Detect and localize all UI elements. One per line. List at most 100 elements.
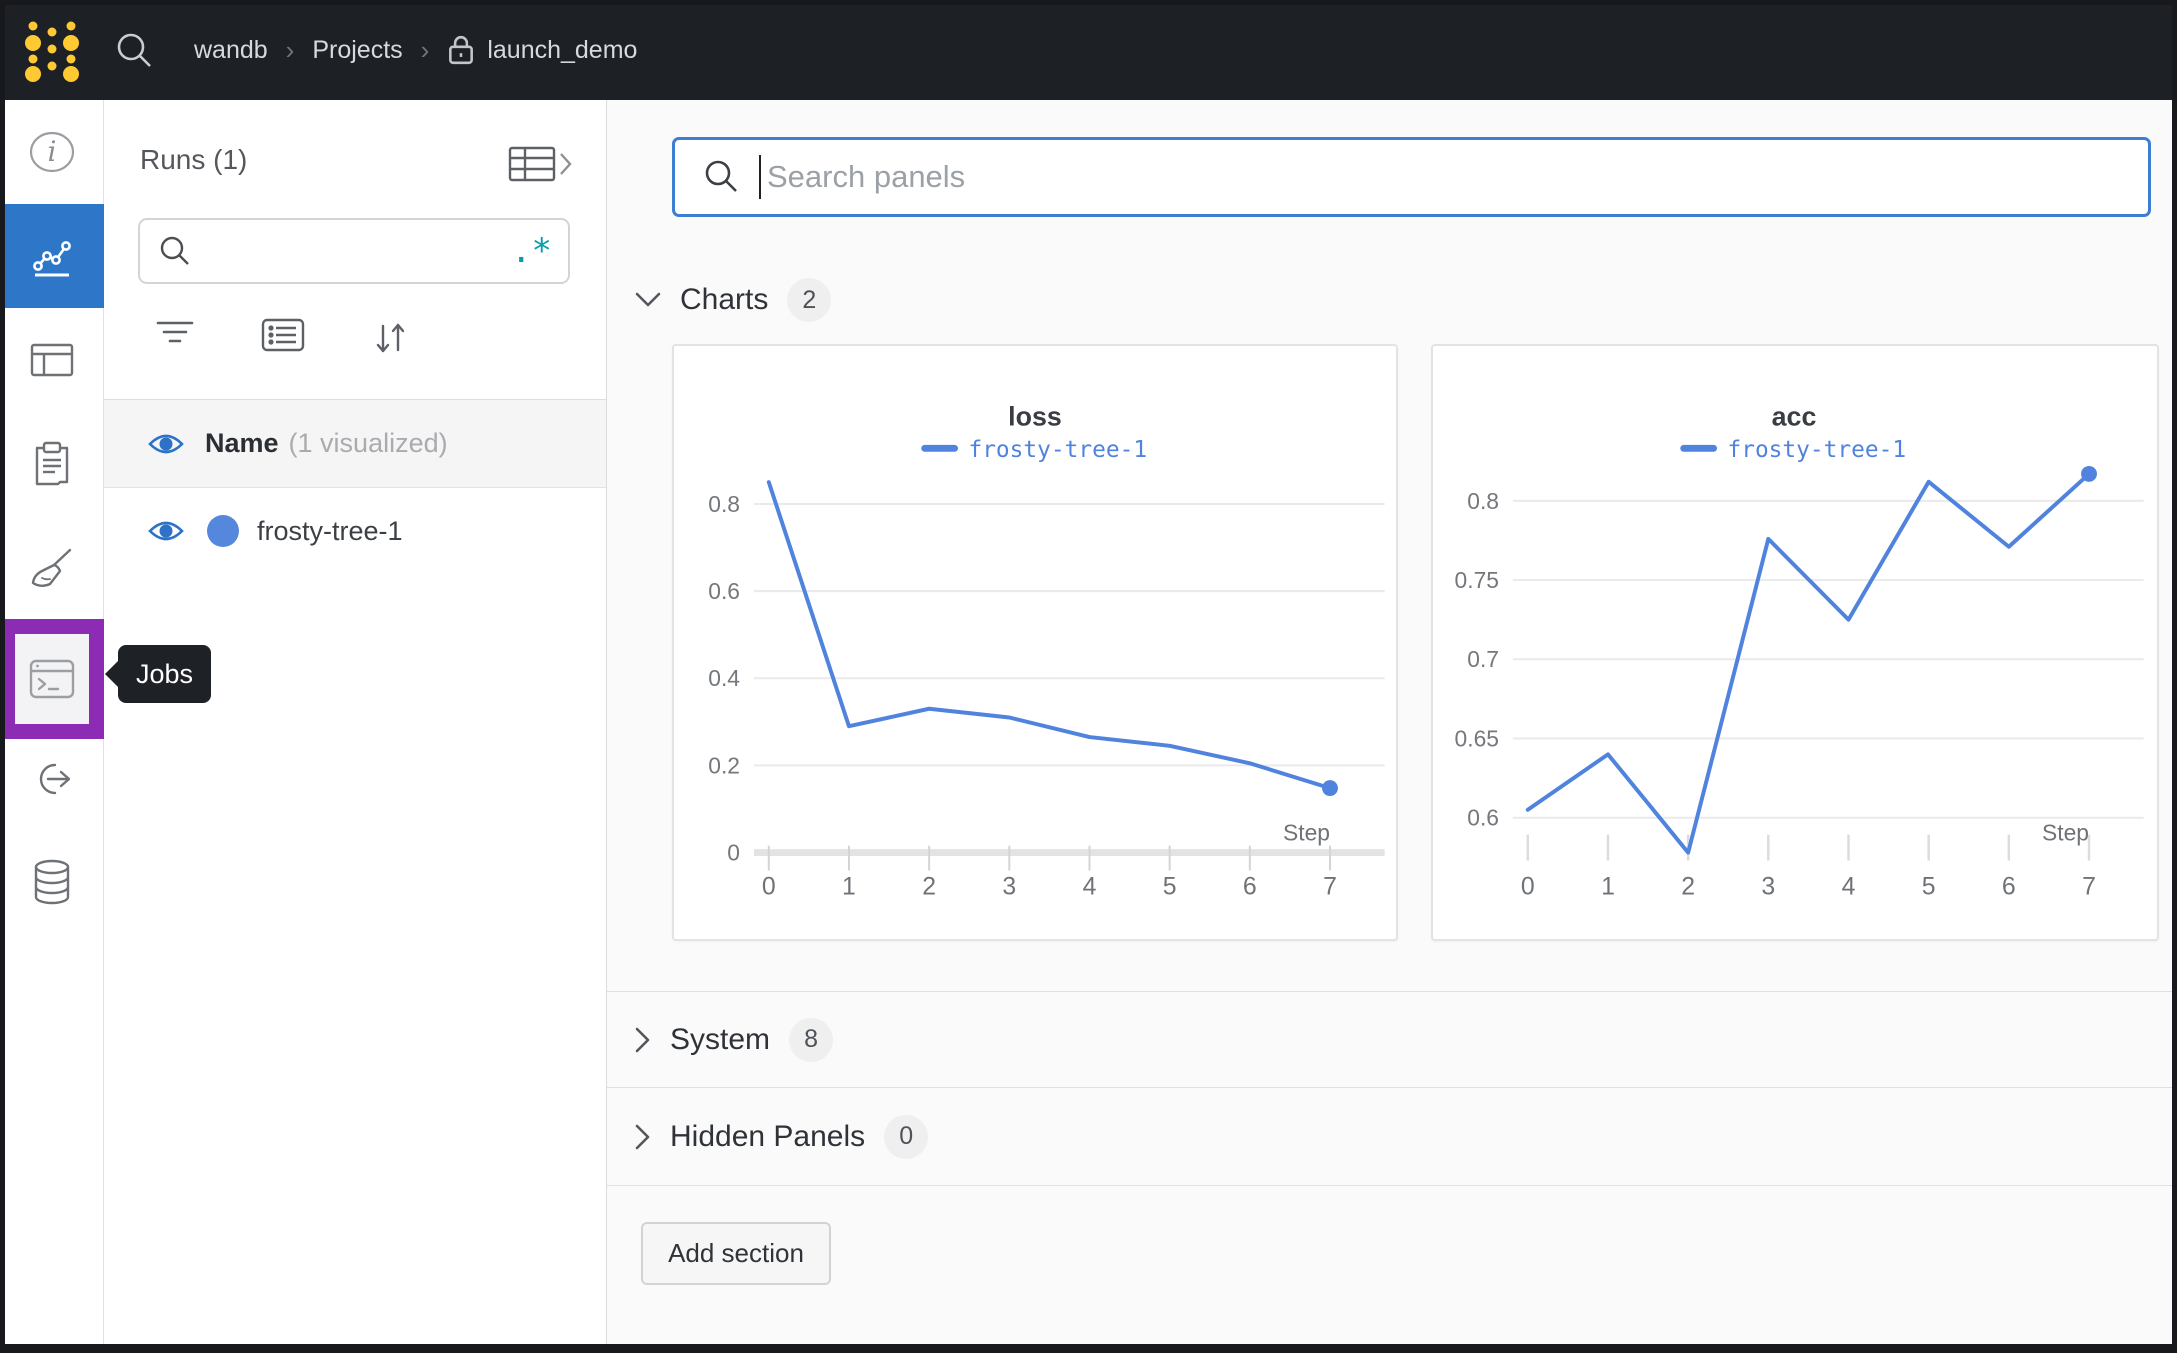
svg-text:6: 6 xyxy=(2002,873,2016,900)
runs-search-box: .* xyxy=(138,218,570,284)
svg-text:Step: Step xyxy=(1283,820,1330,846)
top-header: wandb › Projects › launch_demo xyxy=(0,0,2177,100)
add-section-button[interactable]: Add section xyxy=(641,1222,831,1285)
svg-text:loss: loss xyxy=(1008,401,1062,431)
runs-column-header: Name (1 visualized) xyxy=(104,400,606,488)
svg-text:7: 7 xyxy=(2082,873,2096,900)
app-window: wandb › Projects › launch_demo i xyxy=(0,0,2177,1353)
runs-toolbar xyxy=(104,318,606,364)
broom-icon xyxy=(28,544,76,592)
lock-icon xyxy=(447,34,475,66)
svg-text:5: 5 xyxy=(1922,873,1936,900)
text-caret xyxy=(759,155,761,199)
section-header-system[interactable]: System 8 xyxy=(607,991,2177,1087)
panel-search-input[interactable] xyxy=(767,159,2148,195)
svg-text:1: 1 xyxy=(1601,873,1615,900)
svg-text:0.2: 0.2 xyxy=(708,752,740,778)
search-icon xyxy=(703,158,741,196)
global-search-icon[interactable] xyxy=(114,30,154,70)
svg-text:0.7: 0.7 xyxy=(1467,646,1499,672)
filter-button[interactable] xyxy=(156,318,194,353)
runs-panel-title: Runs (1) xyxy=(140,144,247,176)
sort-icon xyxy=(370,318,410,358)
svg-text:4: 4 xyxy=(1083,873,1097,900)
section-count-badge: 0 xyxy=(884,1115,928,1159)
panel-acc-chart[interactable]: 0.60.650.70.750.801234567Stepaccfrosty-t… xyxy=(1431,344,2159,941)
svg-text:frosty-tree-1: frosty-tree-1 xyxy=(968,437,1147,463)
breadcrumb-entity[interactable]: wandb xyxy=(194,36,268,65)
svg-text:0: 0 xyxy=(1521,873,1535,900)
wandb-logo-icon xyxy=(24,18,80,82)
run-row[interactable]: frosty-tree-1 xyxy=(104,489,606,573)
sort-button[interactable] xyxy=(370,318,410,363)
list-icon xyxy=(261,318,305,352)
sidebar-item-artifacts[interactable] xyxy=(0,830,104,934)
terminal-icon xyxy=(27,657,77,701)
svg-text:6: 6 xyxy=(1243,873,1257,900)
chevron-right-icon xyxy=(635,1124,651,1150)
svg-text:7: 7 xyxy=(1323,873,1337,900)
chevron-down-icon xyxy=(635,292,661,308)
run-name: frosty-tree-1 xyxy=(257,516,403,547)
svg-text:0.8: 0.8 xyxy=(708,491,740,517)
chevron-right-icon xyxy=(561,154,570,174)
svg-text:3: 3 xyxy=(1002,873,1016,900)
svg-text:5: 5 xyxy=(1163,873,1177,900)
group-button[interactable] xyxy=(261,318,305,357)
sidebar-item-workspace[interactable] xyxy=(0,204,104,308)
breadcrumb-separator: › xyxy=(421,35,430,66)
svg-text:0.8: 0.8 xyxy=(1467,488,1499,514)
sidebar-item-jobs[interactable] xyxy=(0,619,104,739)
filter-icon xyxy=(156,318,194,348)
svg-text:0.6: 0.6 xyxy=(708,578,740,604)
section-label: Hidden Panels xyxy=(670,1120,865,1154)
table-icon xyxy=(29,337,75,383)
search-icon xyxy=(158,234,192,268)
sidebar-item-reports[interactable] xyxy=(0,412,104,516)
loss-line-chart: 00.20.40.60.801234567Steplossfrosty-tree… xyxy=(674,346,1396,939)
svg-text:frosty-tree-1: frosty-tree-1 xyxy=(1727,437,1906,463)
section-count-badge: 8 xyxy=(789,1018,833,1062)
svg-text:4: 4 xyxy=(1842,873,1856,900)
panel-loss-chart[interactable]: 00.20.40.60.801234567Steplossfrosty-tree… xyxy=(672,344,1398,941)
svg-text:Step: Step xyxy=(2042,820,2089,846)
sidebar-item-automations[interactable] xyxy=(0,727,104,831)
svg-text:0.65: 0.65 xyxy=(1455,725,1499,751)
launch-arrow-icon xyxy=(28,757,76,801)
visibility-all-toggle[interactable] xyxy=(147,430,185,458)
jobs-tooltip: Jobs xyxy=(118,645,211,703)
sidebar-item-overview[interactable]: i xyxy=(0,100,104,204)
project-nav-sidebar: i xyxy=(0,100,104,1353)
column-name-label: Name xyxy=(205,428,279,459)
clipboard-icon xyxy=(29,440,75,488)
workspace-main: Charts 2 00.20.40.60.801234567Steplossfr… xyxy=(607,100,2177,1353)
svg-text:0.75: 0.75 xyxy=(1455,567,1499,593)
database-icon xyxy=(30,858,74,906)
runs-search-input[interactable] xyxy=(204,236,511,267)
svg-text:0: 0 xyxy=(762,873,776,900)
run-color-dot xyxy=(207,515,239,547)
svg-text:2: 2 xyxy=(922,873,936,900)
info-icon: i xyxy=(29,129,75,175)
runs-panel: Runs (1) .* xyxy=(104,100,607,1353)
section-header-charts[interactable]: Charts 2 xyxy=(635,278,831,322)
tooltip-label: Jobs xyxy=(136,659,193,690)
section-label: Charts xyxy=(680,283,768,317)
regex-toggle[interactable]: .* xyxy=(511,241,552,261)
run-visibility-toggle[interactable] xyxy=(147,517,185,545)
breadcrumb-projects[interactable]: Projects xyxy=(312,36,402,65)
svg-text:acc: acc xyxy=(1772,401,1817,431)
section-header-hidden-panels[interactable]: Hidden Panels 0 xyxy=(607,1087,2177,1185)
svg-text:i: i xyxy=(48,135,57,168)
sidebar-item-runs-table[interactable] xyxy=(0,308,104,412)
expand-runs-table-button[interactable] xyxy=(508,146,574,187)
visualized-count-label: (1 visualized) xyxy=(289,428,448,459)
svg-text:3: 3 xyxy=(1761,873,1775,900)
sidebar-item-sweeps[interactable] xyxy=(0,516,104,620)
breadcrumb-project-name[interactable]: launch_demo xyxy=(487,36,637,65)
breadcrumb: wandb › Projects › launch_demo xyxy=(194,34,637,66)
breadcrumb-separator: › xyxy=(286,35,295,66)
eye-icon xyxy=(147,517,185,545)
section-divider xyxy=(607,1185,2177,1186)
chevron-right-icon xyxy=(635,1027,651,1053)
